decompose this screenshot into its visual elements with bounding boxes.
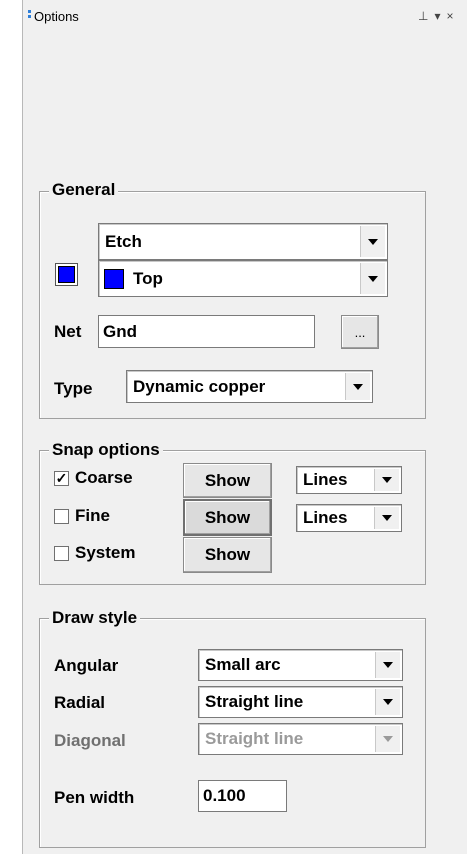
coarse-mode-combo[interactable]: Lines xyxy=(296,466,402,494)
class-combo-value: Etch xyxy=(105,231,142,251)
system-checkbox[interactable] xyxy=(54,546,69,561)
class-combo[interactable]: Etch xyxy=(98,223,388,260)
draw-style-group-title: Draw style xyxy=(49,608,141,628)
chevron-down-icon[interactable] xyxy=(375,689,400,715)
left-panel-divider xyxy=(22,0,23,854)
general-group-title: General xyxy=(49,180,119,200)
radial-combo[interactable]: Straight line xyxy=(198,686,403,718)
net-field-value: Gnd xyxy=(103,321,137,341)
diagonal-combo-value: Straight line xyxy=(205,729,304,748)
diagonal-combo: Straight line xyxy=(198,723,403,755)
pen-width-field[interactable]: 0.100 xyxy=(198,780,287,812)
angular-combo-value: Small arc xyxy=(205,655,281,674)
pen-width-label: Pen width xyxy=(54,788,135,807)
net-label: Net xyxy=(54,322,82,341)
coarse-label: Coarse xyxy=(75,468,133,487)
fine-mode-combo[interactable]: Lines xyxy=(296,504,402,532)
system-show-button[interactable]: Show xyxy=(183,537,272,573)
coarse-show-button[interactable]: Show xyxy=(183,463,272,498)
coarse-mode-value: Lines xyxy=(303,470,348,489)
chevron-down-icon[interactable] xyxy=(374,507,399,529)
type-label: Type xyxy=(54,379,93,398)
fine-label: Fine xyxy=(75,506,110,525)
subclass-combo-value: Top xyxy=(133,268,163,288)
angular-label: Angular xyxy=(54,656,119,675)
chevron-down-icon[interactable] xyxy=(374,469,399,491)
grip-icon[interactable] xyxy=(28,10,31,22)
type-combo[interactable]: Dynamic copper xyxy=(126,370,373,403)
chevron-down-icon[interactable] xyxy=(345,373,370,400)
subclass-color-swatch[interactable] xyxy=(55,263,78,286)
net-browse-button[interactable]: ... xyxy=(341,315,379,349)
left-panel-strip xyxy=(0,0,22,854)
diagonal-label: Diagonal xyxy=(54,731,126,750)
subclass-combo[interactable]: Top xyxy=(98,260,388,297)
chevron-down-icon[interactable] xyxy=(360,226,385,257)
net-field[interactable]: Gnd xyxy=(98,315,315,348)
fine-checkbox[interactable] xyxy=(54,509,69,524)
color-swatch-fill xyxy=(58,266,75,283)
chevron-down-icon[interactable] xyxy=(360,263,385,294)
angular-combo[interactable]: Small arc xyxy=(198,649,403,681)
system-label: System xyxy=(75,543,136,562)
titlebar-controls: ⊥▾× xyxy=(418,9,460,23)
coarse-checkbox[interactable]: ✓ xyxy=(54,471,69,486)
subclass-color-icon xyxy=(104,269,124,289)
fine-mode-value: Lines xyxy=(303,508,348,527)
radial-combo-value: Straight line xyxy=(205,692,304,711)
close-icon[interactable]: × xyxy=(446,9,459,23)
pin-icon[interactable]: ⊥ xyxy=(418,9,434,23)
fine-show-button[interactable]: Show xyxy=(183,499,272,536)
panel-title: Options xyxy=(34,9,79,24)
chevron-down-icon[interactable] xyxy=(375,652,400,678)
pen-width-value: 0.100 xyxy=(203,786,246,805)
snap-options-group-title: Snap options xyxy=(49,440,163,460)
type-combo-value: Dynamic copper xyxy=(133,376,266,396)
radial-label: Radial xyxy=(54,693,106,712)
chevron-down-icon xyxy=(375,726,400,752)
dropdown-icon[interactable]: ▾ xyxy=(434,9,446,23)
